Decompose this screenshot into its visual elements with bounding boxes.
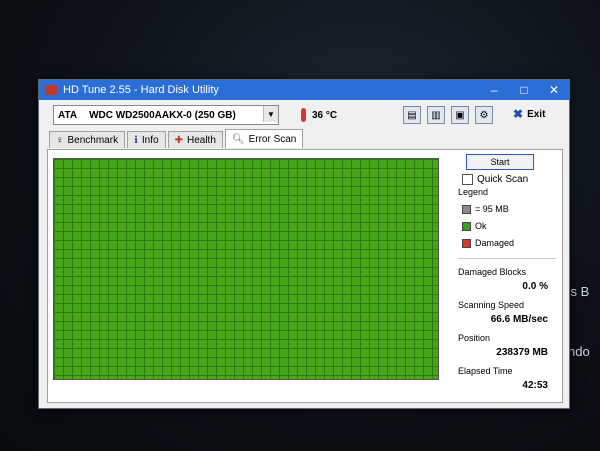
legend-label: Ok bbox=[475, 221, 487, 231]
tab-benchmark[interactable]: ♀ Benchmark bbox=[49, 131, 126, 148]
quick-scan-option[interactable]: Quick Scan bbox=[462, 174, 560, 185]
position-label: Position bbox=[458, 333, 491, 343]
drive-dropdown[interactable]: ATA WDC WD2500AAKX-0 (250 GB) ▼ bbox=[53, 105, 279, 125]
info-icon: ℹ bbox=[134, 134, 138, 146]
damaged-blocks-label: Damaged Blocks bbox=[458, 267, 527, 277]
hd-tune-window: HD Tune 2.55 - Hard Disk Utility – □ ✕ A… bbox=[38, 79, 570, 409]
health-icon: ✚ bbox=[174, 134, 183, 146]
app-icon bbox=[45, 85, 57, 95]
copy-info-icon[interactable]: ▤ bbox=[403, 106, 421, 124]
legend-item: Damaged bbox=[462, 238, 560, 248]
exit-label: Exit bbox=[527, 108, 546, 120]
legend-title: Legend bbox=[458, 187, 489, 197]
scanning-speed-value: 66.6 MB/sec bbox=[490, 314, 548, 325]
title-bar: HD Tune 2.55 - Hard Disk Utility – □ ✕ bbox=[39, 80, 569, 100]
tab-label: Error Scan bbox=[248, 133, 297, 145]
legend-swatch-damaged bbox=[462, 238, 471, 248]
quick-scan-label: Quick Scan bbox=[477, 174, 529, 185]
exit-icon: ✖ bbox=[513, 107, 524, 121]
window-title: HD Tune 2.55 - Hard Disk Utility bbox=[63, 84, 219, 96]
desktop-text-line: 's B bbox=[568, 284, 590, 299]
close-button[interactable]: ✕ bbox=[539, 80, 569, 100]
tab-bar: ♀ Benchmark ℹ Info ✚ Health 🔍︎ Error Sca… bbox=[49, 129, 305, 149]
thermometer-icon bbox=[301, 108, 306, 122]
elapsed-time-value: 42:53 bbox=[522, 380, 548, 391]
magnifier-icon: 🔍︎ bbox=[231, 133, 245, 145]
legend-swatch-ok bbox=[462, 221, 471, 231]
tab-error-scan[interactable]: 🔍︎ Error Scan bbox=[224, 129, 304, 148]
benchmark-icon: ♀ bbox=[56, 134, 64, 146]
damaged-blocks-value: 0.0 % bbox=[522, 281, 548, 292]
scan-controls: Start Quick Scan Legend = 95 MB Ok Damag… bbox=[458, 154, 560, 391]
drive-name: WDC WD2500AAKX-0 (250 GB) bbox=[89, 109, 236, 121]
drive-prefix: ATA bbox=[58, 109, 78, 121]
tab-info[interactable]: ℹ Info bbox=[127, 131, 166, 148]
options-icon[interactable]: ⚙ bbox=[475, 106, 493, 124]
maximize-button[interactable]: □ bbox=[509, 80, 539, 100]
toolbar-icons: ▤ ▥ ▣ ⚙ bbox=[403, 106, 493, 124]
minimize-button[interactable]: – bbox=[479, 80, 509, 100]
chevron-down-icon: ▼ bbox=[263, 106, 278, 122]
desktop-text-line: ndo bbox=[568, 344, 590, 359]
start-button[interactable]: Start bbox=[466, 154, 534, 170]
scan-block-grid bbox=[53, 158, 439, 380]
tab-label: Info bbox=[141, 134, 159, 146]
legend-item: Ok bbox=[462, 221, 560, 231]
desktop-partial-text: 's B ndo bbox=[568, 242, 600, 382]
exit-button[interactable]: ✖ Exit bbox=[513, 107, 545, 121]
toolbar: ATA WDC WD2500AAKX-0 (250 GB) ▼ 36 °C ▤ … bbox=[39, 100, 569, 130]
tab-label: Health bbox=[186, 134, 216, 146]
error-scan-panel: Start Quick Scan Legend = 95 MB Ok Damag… bbox=[47, 149, 563, 403]
temperature-value: 36 °C bbox=[312, 109, 338, 121]
scanning-speed-label: Scanning Speed bbox=[458, 300, 525, 310]
tab-label: Benchmark bbox=[67, 134, 119, 146]
legend-label: = 95 MB bbox=[475, 204, 509, 214]
legend-item: = 95 MB bbox=[462, 204, 560, 214]
temperature-display: 36 °C bbox=[301, 108, 337, 122]
quick-scan-checkbox[interactable] bbox=[462, 174, 473, 185]
tab-health[interactable]: ✚ Health bbox=[167, 131, 223, 148]
legend-label: Damaged bbox=[475, 238, 515, 248]
copy-screenshot-icon[interactable]: ▥ bbox=[427, 106, 445, 124]
divider bbox=[458, 258, 556, 259]
position-value: 238379 MB bbox=[496, 347, 548, 358]
save-icon[interactable]: ▣ bbox=[451, 106, 469, 124]
elapsed-time-label: Elapsed Time bbox=[458, 366, 513, 376]
legend-swatch-block-size bbox=[462, 204, 471, 214]
